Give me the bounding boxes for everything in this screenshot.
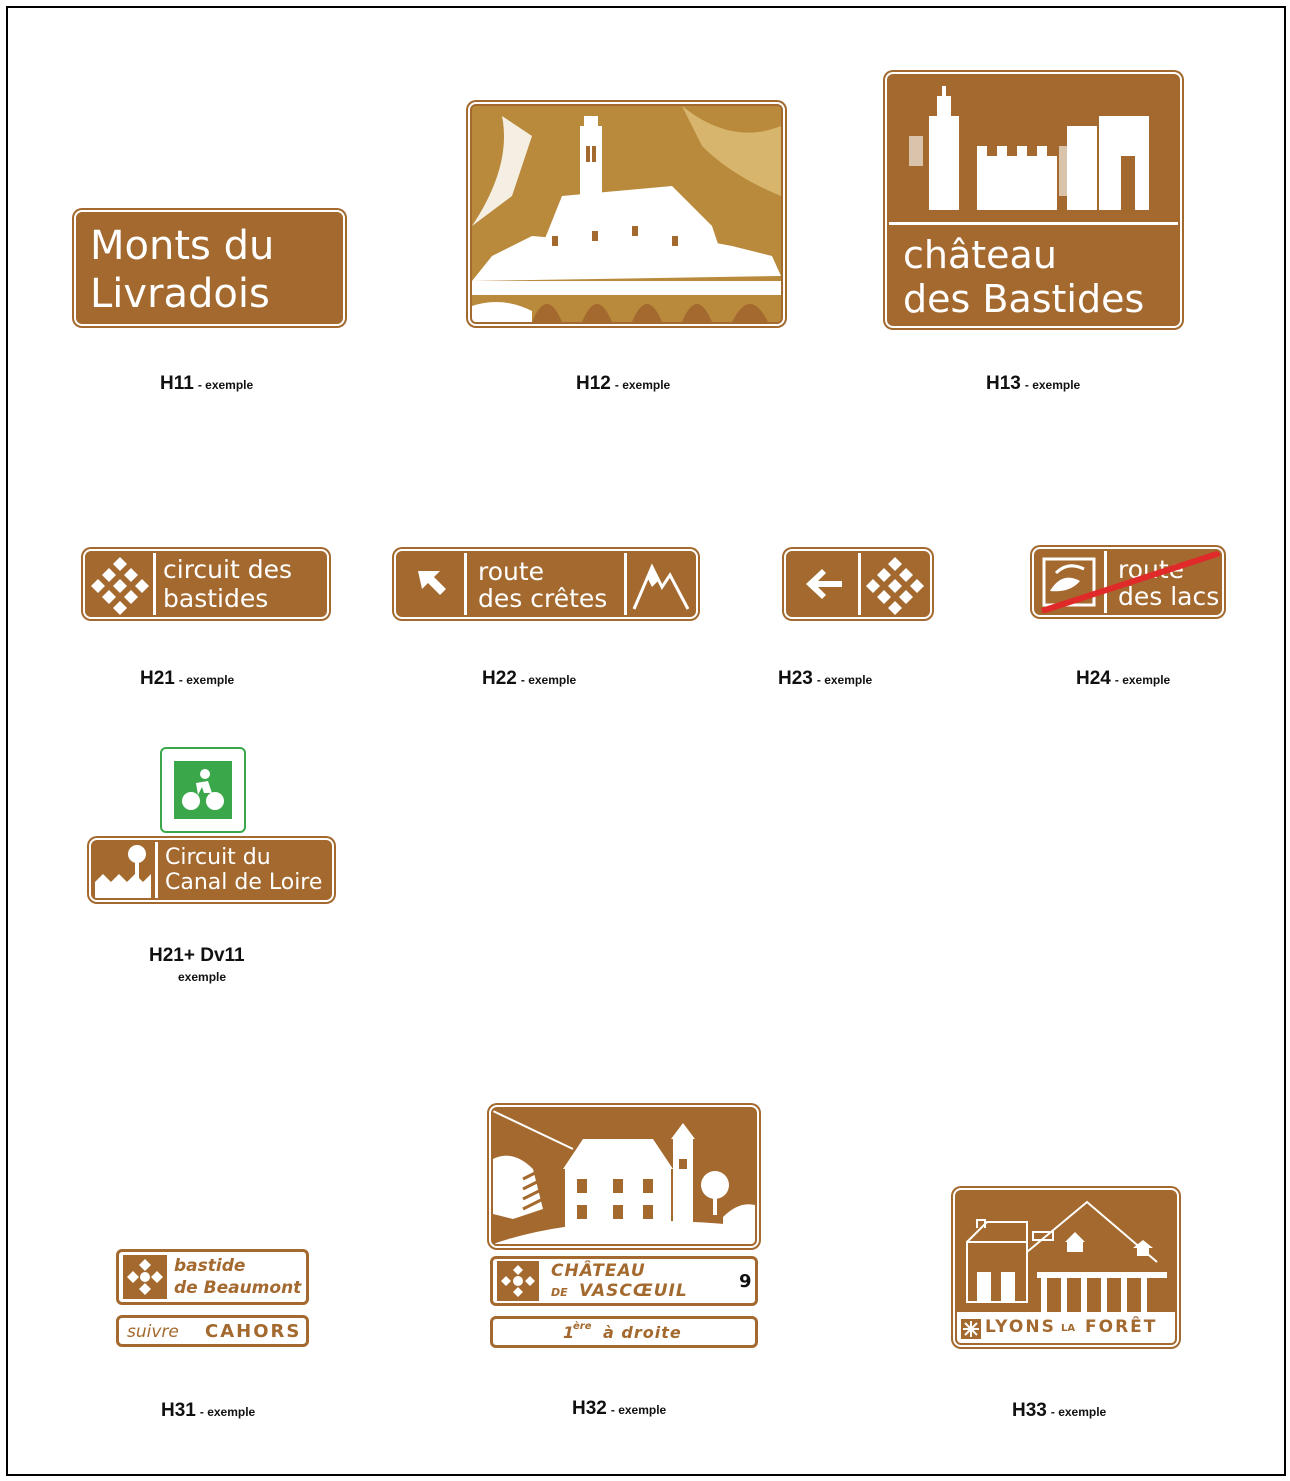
sign-h13-divider — [889, 222, 1178, 225]
sign-h11: Monts du Livradois — [76, 212, 343, 324]
bastide-rosette-icon — [497, 1261, 539, 1301]
caption-h31: H31- exemple — [161, 1400, 255, 1422]
sign-h32-direction: 1 ère à droite — [490, 1316, 758, 1348]
sign-h31-follow-prefix: suivre — [127, 1322, 179, 1342]
sign-dv11 — [160, 747, 246, 833]
sign-h13-line1: château — [903, 233, 1057, 277]
sign-h23 — [786, 551, 930, 617]
caption-h12-code: H12 — [576, 373, 611, 394]
caption-h21dv11: H21+ Dv11 — [149, 945, 245, 966]
sign-h32-dir-text: à droite — [603, 1323, 682, 1342]
sign-h32-distance: 9 — [739, 1271, 752, 1292]
sign-h22-divider-left — [464, 553, 467, 615]
caption-h21dv11-sub: exemple — [178, 970, 227, 984]
manor-pictogram — [493, 1109, 755, 1244]
caption-h24: H24- exemple — [1076, 668, 1170, 690]
caption-h33: H33- exemple — [1012, 1400, 1106, 1422]
sign-h33-name-b: LA — [1061, 1323, 1076, 1334]
cyclist-icon — [174, 761, 232, 819]
sign-h22-line2: des crêtes — [478, 584, 608, 613]
sign-h12 — [470, 104, 783, 324]
snowflake-icon — [961, 1319, 981, 1339]
sign-h22: route des crêtes — [396, 551, 696, 617]
sign-h22-line1: route — [478, 557, 545, 586]
bastide-diamond-icon — [866, 557, 924, 615]
caption-h11-code: H11 — [160, 373, 194, 394]
sign-h31-line1: bastide — [174, 1256, 246, 1276]
caption-h13-code: H13 — [986, 373, 1021, 394]
sign-h21: circuit des bastides — [85, 551, 327, 617]
caption-h24-code: H24 — [1076, 668, 1111, 689]
bastide-diamond-icon — [91, 557, 149, 615]
sign-h31: bastide de Beaumont — [116, 1249, 309, 1305]
sign-h33-name-c: FORÊT — [1085, 1317, 1158, 1337]
caption-h12: H12- exemple — [576, 373, 670, 395]
market-hall-pictogram — [957, 1192, 1175, 1312]
caption-h31-sub: - exemple — [199, 1405, 256, 1419]
castle-ruins-pictogram — [909, 86, 1149, 210]
sign-h33-name-panel: LYONS LA FORÊT — [957, 1315, 1175, 1343]
caption-h31-code: H31 — [161, 1400, 196, 1421]
mountain-icon — [632, 563, 690, 610]
caption-h13-sub: - exemple — [1024, 378, 1081, 392]
town-cathedral-bridge-pictogram — [472, 106, 781, 322]
sign-h32-dir-sup: ère — [573, 1321, 592, 1332]
caption-h11-sub: - exemple — [197, 378, 254, 392]
sign-h32-line2: VASCŒUIL — [579, 1281, 688, 1301]
sign-h21-line1: circuit des — [163, 555, 292, 584]
caption-h32-code: H32 — [572, 1398, 607, 1419]
caption-h21-sub: - exemple — [178, 673, 235, 687]
caption-h22-sub: - exemple — [520, 673, 577, 687]
caption-h23-sub: - exemple — [816, 673, 873, 687]
caption-h13: H13- exemple — [986, 373, 1080, 395]
sign-h32-line2-small: DE — [551, 1286, 568, 1299]
canal-tree-icon — [95, 845, 151, 898]
bastide-rosette-icon — [123, 1255, 167, 1299]
sign-h33-name-a: LYONS — [985, 1317, 1056, 1337]
caption-h11: H11- exemple — [160, 373, 253, 395]
sign-h31-line2: de Beaumont — [174, 1278, 302, 1298]
sign-h21-line2: bastides — [163, 584, 269, 613]
sign-h22-divider-right — [624, 553, 627, 615]
caption-h23-code: H23 — [778, 668, 813, 689]
caption-h33-sub: - exemple — [1050, 1405, 1107, 1419]
sign-h21-divider — [153, 553, 156, 615]
arrow-left-icon — [806, 569, 842, 599]
caption-h32-sub: - exemple — [610, 1403, 667, 1417]
caption-h21: H21- exemple — [140, 668, 234, 690]
sign-h31-follow: suivre CAHORS — [116, 1315, 309, 1347]
sign-h32-destination: CHÂTEAU DE VASCŒUIL 9 — [490, 1256, 758, 1306]
arrow-up-left-icon — [418, 571, 446, 595]
caption-h21-code: H21 — [140, 668, 175, 689]
sign-h13: château des Bastides — [887, 74, 1180, 326]
sign-h11-line1: Monts du — [90, 223, 275, 269]
caption-h22: H22- exemple — [482, 668, 576, 690]
sign-h11-line2: Livradois — [90, 271, 270, 317]
caption-h22-code: H22 — [482, 668, 517, 689]
sign-h13-line2: des Bastides — [903, 277, 1145, 321]
sign-h21-canal-line1: Circuit du — [165, 845, 271, 870]
caption-h24-sub: - exemple — [1114, 673, 1171, 687]
sign-h21-canal: Circuit du Canal de Loire — [91, 840, 332, 900]
sign-h24: route des lacs — [1034, 549, 1222, 615]
sign-h32-picture — [491, 1107, 757, 1246]
sign-h23-divider — [858, 553, 861, 615]
cancel-stripe — [1041, 551, 1220, 613]
sign-h33: LYONS LA FORÊT — [955, 1190, 1177, 1345]
caption-h12-sub: - exemple — [614, 378, 671, 392]
caption-h33-code: H33 — [1012, 1400, 1047, 1421]
sign-h32-line1: CHÂTEAU — [551, 1261, 646, 1281]
sign-h21-canal-divider — [155, 842, 158, 898]
caption-h23: H23- exemple — [778, 668, 872, 690]
sign-h31-follow-city: CAHORS — [205, 1321, 302, 1342]
caption-h32: H32- exemple — [572, 1398, 666, 1420]
sign-h21-canal-line2: Canal de Loire — [165, 870, 323, 895]
